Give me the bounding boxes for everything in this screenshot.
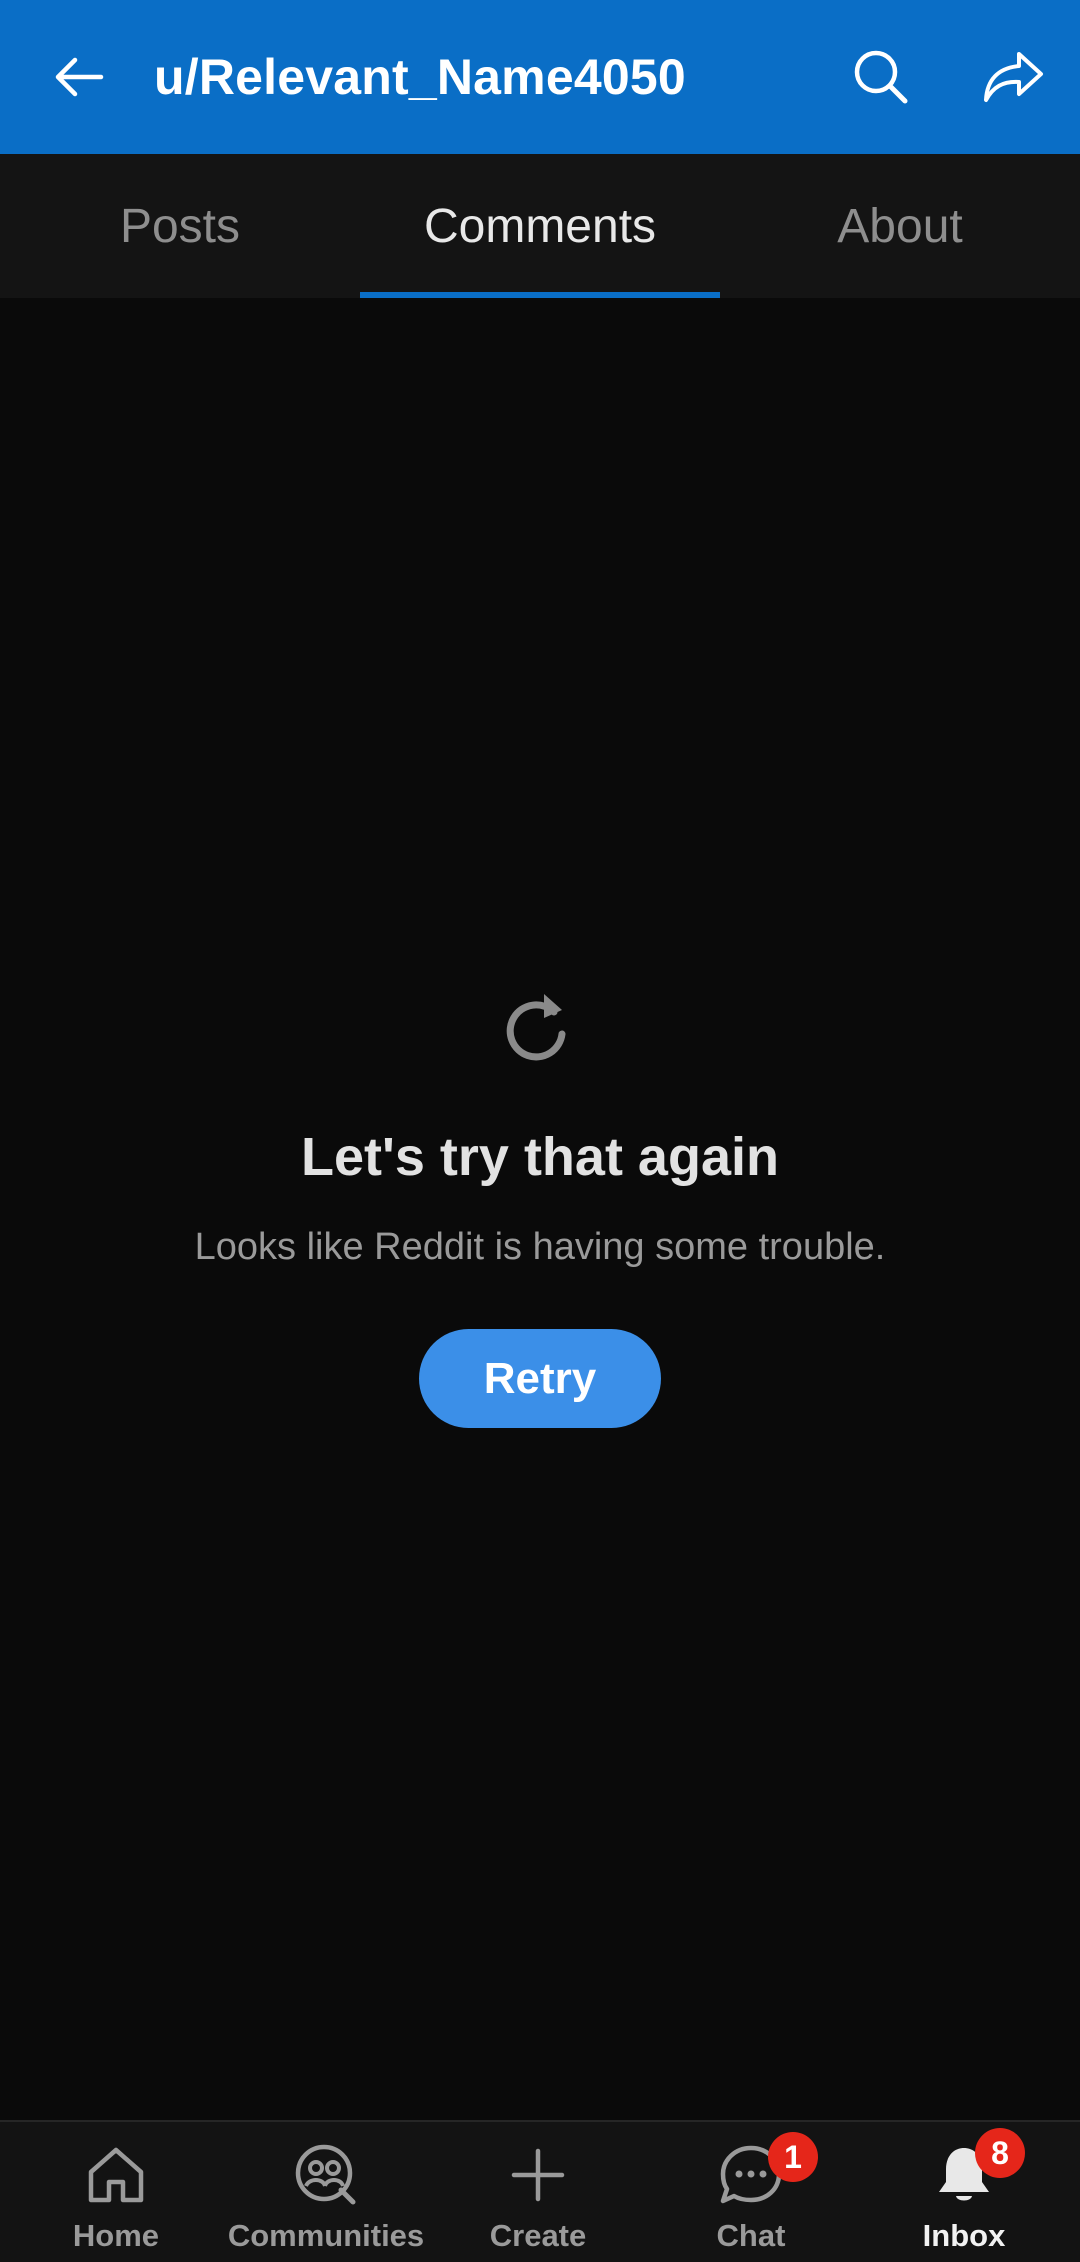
tab-comments[interactable]: Comments: [360, 154, 720, 298]
active-tab-indicator: [360, 292, 720, 298]
nav-chat[interactable]: 1 Chat: [683, 2122, 819, 2262]
bell-icon: 8: [929, 2128, 1025, 2210]
inbox-badge: 8: [975, 2128, 1025, 2178]
nav-create[interactable]: Create: [470, 2122, 606, 2262]
communities-icon: [291, 2140, 361, 2210]
chat-badge: 1: [768, 2132, 818, 2182]
search-icon: [854, 50, 908, 104]
profile-tabs: Posts Comments About: [0, 154, 1080, 298]
page-title: u/Relevant_Name4050: [154, 49, 686, 105]
share-icon: [984, 52, 1043, 102]
tab-posts[interactable]: Posts: [0, 154, 360, 298]
nav-home-label: Home: [72, 2218, 160, 2253]
nav-communities-label: Communities: [227, 2218, 425, 2253]
nav-home[interactable]: Home: [48, 2122, 184, 2262]
bottom-navigation: Home Communities Create 1 Chat 8 Inbox: [0, 2120, 1080, 2262]
plus-icon: [503, 2140, 573, 2210]
tab-about[interactable]: About: [720, 154, 1080, 298]
home-icon: [81, 2140, 151, 2210]
refresh-icon: [506, 994, 566, 1061]
error-title: Let's try that again: [301, 1127, 779, 1187]
nav-chat-label: Chat: [716, 2218, 786, 2253]
back-button[interactable]: [40, 38, 118, 116]
nav-create-label: Create: [489, 2218, 587, 2253]
app-root: u/Relevant_Name4050 Posts Comments About…: [0, 0, 1080, 2262]
nav-inbox[interactable]: 8 Inbox: [896, 2122, 1032, 2262]
back-arrow-icon: [55, 57, 104, 97]
retry-button[interactable]: Retry: [419, 1329, 661, 1428]
nav-inbox-label: Inbox: [922, 2218, 1006, 2253]
share-button[interactable]: [972, 38, 1054, 116]
error-subtitle: Looks like Reddit is having some trouble…: [194, 1226, 886, 1268]
search-button[interactable]: [842, 38, 920, 116]
nav-communities[interactable]: Communities: [226, 2122, 426, 2262]
top-app-bar: u/Relevant_Name4050: [0, 0, 1080, 154]
chat-icon: 1: [716, 2132, 818, 2210]
